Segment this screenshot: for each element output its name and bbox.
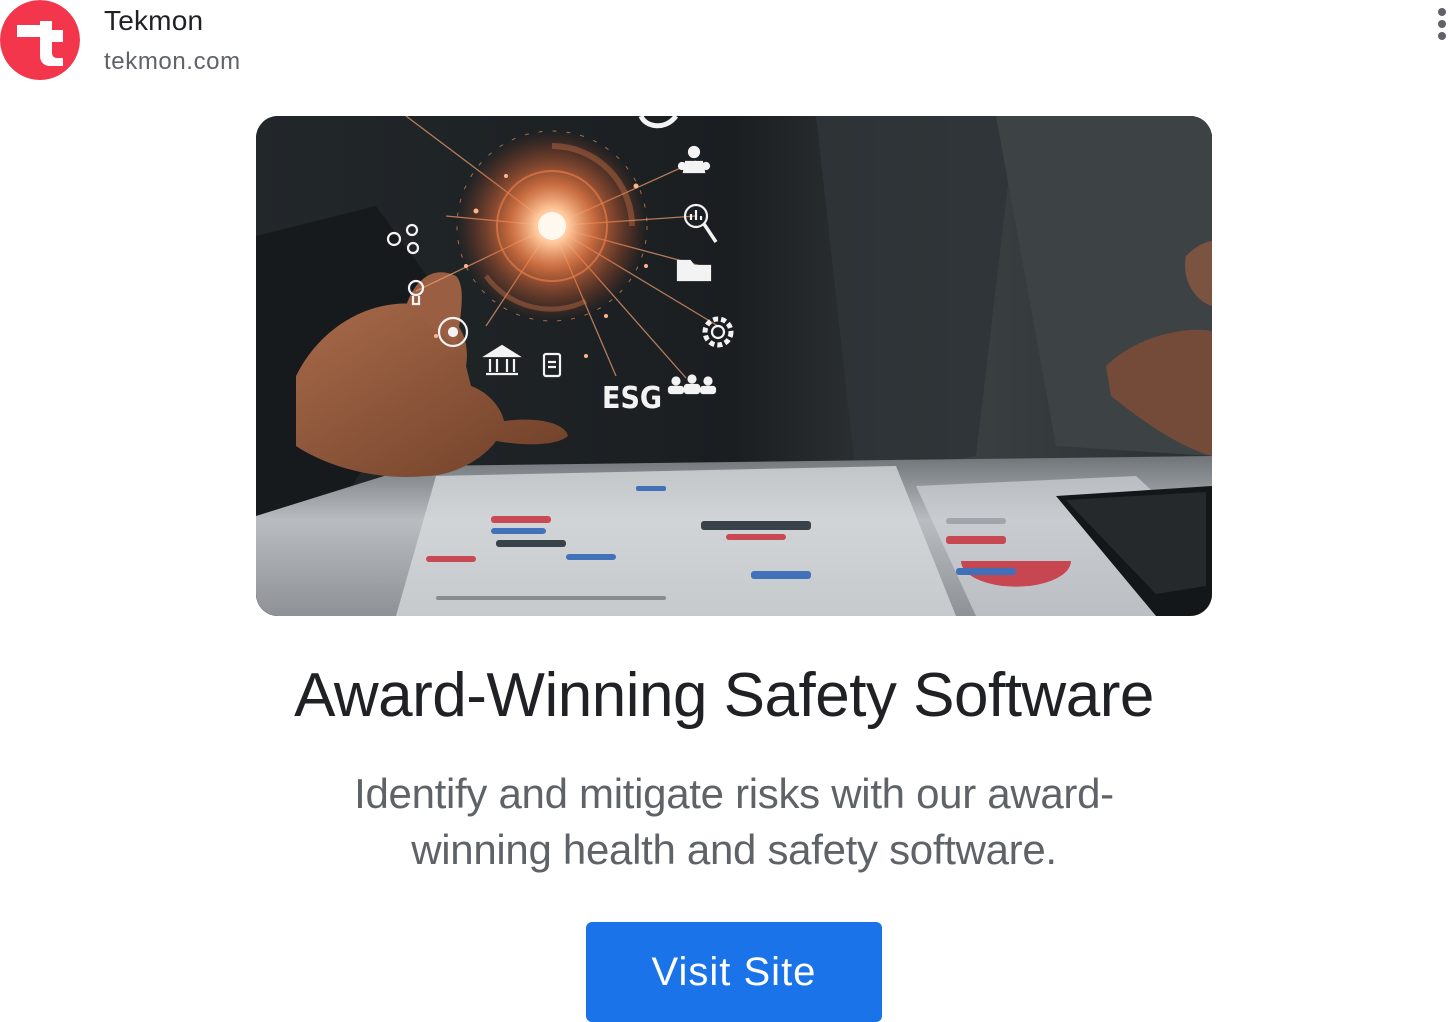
hero-esg-text: ESG	[602, 381, 662, 416]
more-vert-icon[interactable]	[1428, 6, 1448, 42]
people-icon	[667, 374, 717, 395]
ad-description: Identify and mitigate risks with our awa…	[354, 770, 1114, 873]
ad-card: Tekmon tekmon.com ESG Award-Winning Safe…	[0, 0, 1448, 1022]
ad-headline[interactable]: Award-Winning Safety Software	[0, 660, 1448, 731]
visit-site-button[interactable]: Visit Site	[586, 922, 882, 1022]
advertiser-name[interactable]: Tekmon	[104, 5, 203, 37]
advertiser-logo[interactable]	[0, 0, 80, 80]
advertiser-domain[interactable]: tekmon.com	[104, 48, 241, 76]
hero-image[interactable]: ESG	[256, 116, 1212, 616]
tekmon-logo-icon	[0, 0, 80, 80]
